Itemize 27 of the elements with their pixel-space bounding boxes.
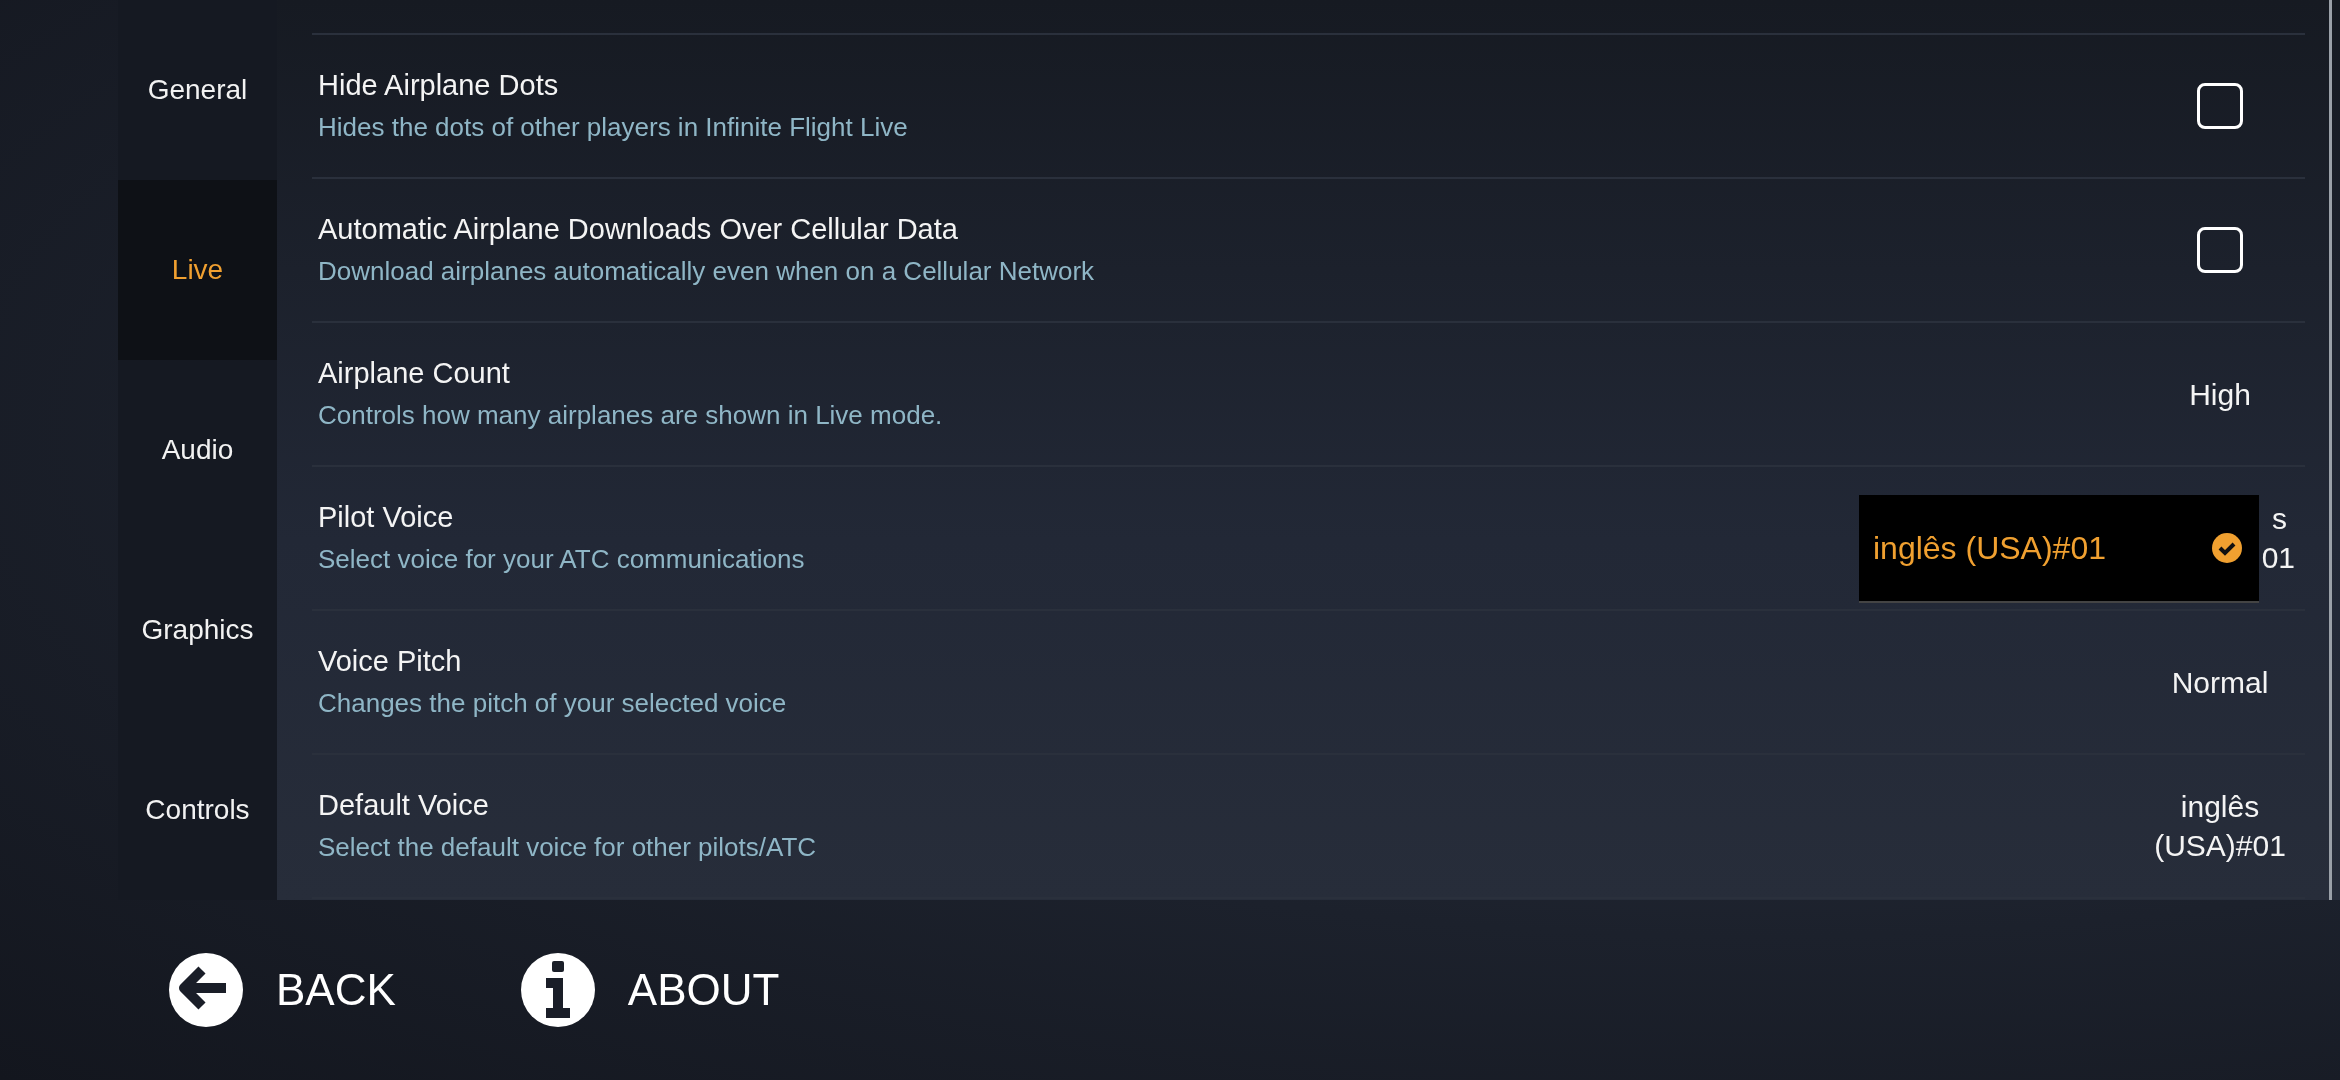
setting-title: Hide Airplane Dots bbox=[318, 69, 559, 102]
setting-value: s bbox=[2272, 501, 2287, 537]
setting-value[interactable]: High bbox=[2189, 374, 2251, 414]
setting-value[interactable]: Normal bbox=[2171, 662, 2269, 702]
setting-title: Pilot Voice bbox=[318, 501, 454, 534]
setting-title: Default Voice bbox=[318, 789, 489, 822]
setting-title: Voice Pitch bbox=[318, 645, 462, 678]
setting-value: 01 bbox=[2261, 540, 2295, 576]
setting-description: Download airplanes automatically even when on a Cellular Network bbox=[318, 256, 1095, 287]
checkbox[interactable] bbox=[2197, 227, 2243, 273]
checkbox[interactable] bbox=[2197, 83, 2243, 129]
info-icon bbox=[519, 952, 596, 1028]
sidebar-tab[interactable]: Audio bbox=[118, 360, 277, 540]
setting-description: Select the default voice for other pilots/ATC bbox=[318, 832, 817, 863]
setting-value[interactable]: inglês (USA)#01 bbox=[2154, 787, 2286, 865]
setting-title: Automatic Airplane Downloads Over Cellular Data bbox=[318, 213, 958, 246]
setting-description: Controls how many airplanes are shown in Live mode. bbox=[318, 400, 943, 431]
back-button[interactable]: BACK bbox=[168, 952, 396, 1028]
setting-description: Select voice for your ATC communications bbox=[318, 544, 805, 575]
setting-description: Hides the dots of other players in Infinite Flight Live bbox=[318, 112, 908, 143]
about-button[interactable]: ABOUT bbox=[519, 952, 780, 1028]
sidebar-tab[interactable]: General bbox=[118, 0, 277, 180]
dropdown-option[interactable]: inglês (USA)#01 bbox=[1859, 529, 2259, 567]
sidebar-tab[interactable]: Live bbox=[118, 180, 277, 360]
setting-description: Changes the pitch of your selected voice bbox=[318, 688, 787, 719]
setting-title: Airplane Count bbox=[318, 357, 510, 390]
sidebar-tab[interactable]: Graphics bbox=[118, 540, 277, 720]
